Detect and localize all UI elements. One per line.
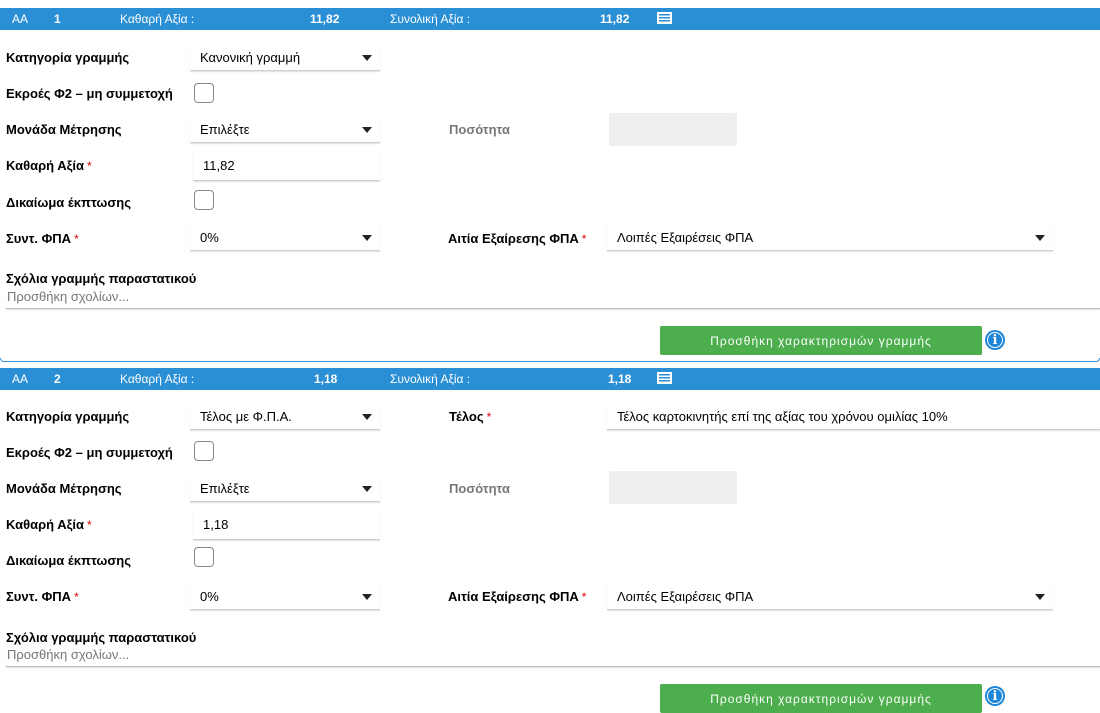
caret-down-icon xyxy=(362,127,372,133)
net-value: 1,18 xyxy=(314,372,338,386)
comments-label: Σχόλια γραμμής παραστατικού xyxy=(6,271,197,286)
aa-number: 2 xyxy=(54,372,61,386)
unit-value: Επιλέξτε xyxy=(200,122,250,137)
required-marker: * xyxy=(486,410,492,424)
category-label: Κατηγορία γραμμής xyxy=(6,409,130,424)
unit-label: Μονάδα Μέτρησης xyxy=(6,481,122,496)
unit-value: Επιλέξτε xyxy=(200,481,250,496)
required-marker: * xyxy=(74,232,79,246)
aa-label: AA xyxy=(12,12,29,26)
exemption-select[interactable]: Λοιπές Εξαιρέσεις ΦΠΑ xyxy=(607,223,1053,251)
info-icon[interactable]: i xyxy=(985,686,1005,706)
net-value-input[interactable]: 11,82 xyxy=(193,151,380,181)
vat-value: 0% xyxy=(200,589,219,604)
deduction-label: Δικαίωμα έκπτωσης xyxy=(6,195,131,210)
exemption-value: Λοιπές Εξαιρέσεις ΦΠΑ xyxy=(617,589,754,604)
outflow-checkbox[interactable] xyxy=(194,83,214,103)
exemption-label: Αιτία Εξαίρεσης ΦΠΑ * xyxy=(448,231,587,246)
unit-select[interactable]: Επιλέξτε xyxy=(190,474,380,502)
vat-label: Συντ. ΦΠΑ * xyxy=(6,231,79,246)
net-label: Καθαρή Αξία * xyxy=(6,158,92,173)
net-value-label: Καθαρή Αξία : xyxy=(120,372,195,386)
line-header: AA 2 Καθαρή Αξία : 1,18 Συνολική Αξία : … xyxy=(0,368,1100,390)
caret-down-icon xyxy=(1035,594,1045,600)
caret-down-icon xyxy=(362,414,372,420)
caret-down-icon xyxy=(362,55,372,61)
caret-down-icon xyxy=(362,235,372,241)
exemption-value: Λοιπές Εξαιρέσεις ΦΠΑ xyxy=(617,230,754,245)
line-header: AA 1 Καθαρή Αξία : 11,82 Συνολική Αξία :… xyxy=(0,8,1100,30)
deduction-checkbox[interactable] xyxy=(194,547,214,567)
outflow-checkbox[interactable] xyxy=(194,441,214,461)
outflow-label: Εκροές Φ2 – μη συμμετοχή xyxy=(6,86,173,101)
category-select[interactable]: Κανονική γραμμή xyxy=(190,43,380,71)
invoice-line-1: AA 1 Καθαρή Αξία : 11,82 Συνολική Αξία :… xyxy=(0,0,1100,362)
net-input-value: 1,18 xyxy=(203,517,229,532)
total-value: 11,82 xyxy=(600,12,630,26)
list-icon[interactable] xyxy=(657,12,672,24)
deduction-label: Δικαίωμα έκπτωσης xyxy=(6,553,131,568)
required-marker: * xyxy=(581,232,587,246)
quantity-label: Ποσότητα xyxy=(449,481,510,496)
vat-value: 0% xyxy=(200,230,219,245)
list-icon[interactable] xyxy=(657,372,672,384)
required-marker: * xyxy=(87,159,92,173)
comments-input[interactable]: Προσθήκη σχολίων... xyxy=(6,647,1100,667)
required-marker: * xyxy=(581,590,587,604)
add-line-characterizations-button[interactable]: Προσθήκη χαρακτηρισμών γραμμής xyxy=(660,326,982,355)
category-value: Κανονική γραμμή xyxy=(200,50,301,65)
total-value-label: Συνολική Αξία : xyxy=(390,372,471,386)
comments-label: Σχόλια γραμμής παραστατικού xyxy=(6,630,197,645)
unit-select[interactable]: Επιλέξτε xyxy=(190,115,380,143)
quantity-input[interactable] xyxy=(609,113,737,146)
vat-select[interactable]: 0% xyxy=(190,223,380,251)
exemption-label: Αιτία Εξαίρεσης ΦΠΑ * xyxy=(448,589,587,604)
unit-label: Μονάδα Μέτρησης xyxy=(6,122,122,137)
vat-select[interactable]: 0% xyxy=(190,582,380,610)
required-marker: * xyxy=(87,518,92,532)
category-select[interactable]: Τέλος με Φ.Π.Α. xyxy=(190,402,380,430)
total-value: 1,18 xyxy=(608,372,632,386)
net-value-input[interactable]: 1,18 xyxy=(193,510,380,540)
fee-label: Τέλος * xyxy=(449,409,492,424)
exemption-select[interactable]: Λοιπές Εξαιρέσεις ΦΠΑ xyxy=(607,582,1053,610)
quantity-input[interactable] xyxy=(609,471,737,504)
outflow-label: Εκροές Φ2 – μη συμμετοχή xyxy=(6,445,173,460)
comments-placeholder: Προσθήκη σχολίων... xyxy=(7,647,130,662)
caret-down-icon xyxy=(362,594,372,600)
comments-placeholder: Προσθήκη σχολίων... xyxy=(7,289,130,304)
aa-label: AA xyxy=(12,372,29,386)
invoice-line-2: AA 2 Καθαρή Αξία : 1,18 Συνολική Αξία : … xyxy=(0,362,1100,713)
quantity-label: Ποσότητα xyxy=(449,122,510,137)
required-marker: * xyxy=(74,590,79,604)
vat-label: Συντ. ΦΠΑ * xyxy=(6,589,79,604)
caret-down-icon xyxy=(362,486,372,492)
aa-number: 1 xyxy=(54,12,61,26)
net-input-value: 11,82 xyxy=(203,158,235,173)
info-icon[interactable]: i xyxy=(985,330,1005,350)
add-line-characterizations-button[interactable]: Προσθήκη χαρακτηρισμών γραμμής xyxy=(660,684,982,713)
net-value: 11,82 xyxy=(310,12,340,26)
caret-down-icon xyxy=(1035,235,1045,241)
comments-input[interactable]: Προσθήκη σχολίων... xyxy=(6,289,1100,309)
net-label: Καθαρή Αξία * xyxy=(6,517,92,532)
category-value: Τέλος με Φ.Π.Α. xyxy=(200,409,292,424)
category-label: Κατηγορία γραμμής xyxy=(6,50,130,65)
total-value-label: Συνολική Αξία : xyxy=(390,12,471,26)
deduction-checkbox[interactable] xyxy=(194,190,214,210)
fee-value: Τέλος καρτοκινητής επί της αξίας του χρό… xyxy=(617,409,948,424)
fee-select[interactable]: Τέλος καρτοκινητής επί της αξίας του χρό… xyxy=(607,402,1100,430)
net-value-label: Καθαρή Αξία : xyxy=(120,12,195,26)
